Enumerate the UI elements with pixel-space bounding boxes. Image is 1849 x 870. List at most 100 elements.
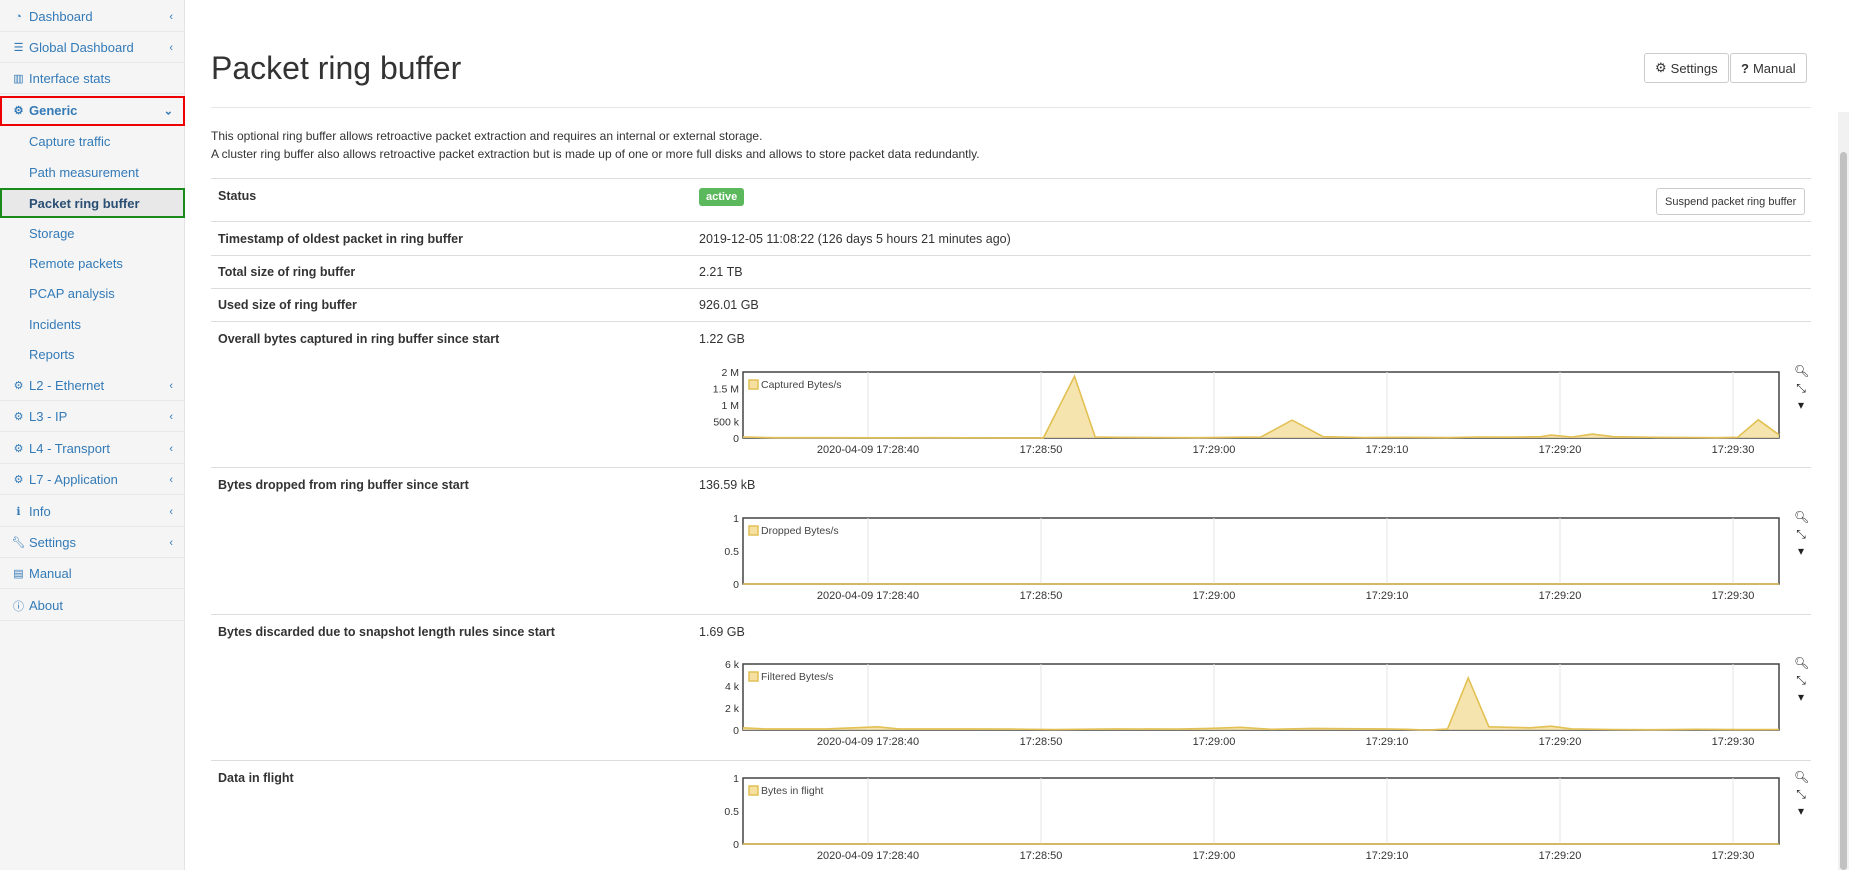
suspend-ring-buffer-button[interactable]: Suspend packet ring buffer xyxy=(1656,188,1806,215)
question-icon: ? xyxy=(1741,60,1749,76)
sidebar-subitem-packet-ring-buffer[interactable]: Packet ring buffer xyxy=(0,188,185,218)
manual-button[interactable]: ? Manual xyxy=(1730,53,1807,83)
chart-tools: 🔍︎ ⤡ ▾ xyxy=(1794,770,1809,821)
row-divider xyxy=(211,467,1811,468)
y-tick-label: 0 xyxy=(733,579,739,591)
y-tick-label: 4 k xyxy=(725,681,740,693)
legend-label: Filtered Bytes/s xyxy=(761,671,833,683)
sidebar-item-dashboard[interactable]: ◔ Dashboard ‹ xyxy=(0,2,185,32)
captured-bytes-value: 1.22 GB xyxy=(699,332,745,346)
row-divider xyxy=(211,221,1811,222)
sidebar-subitem-storage[interactable]: Storage xyxy=(0,218,185,248)
sidebar-item-label: L3 - IP xyxy=(29,409,68,424)
sidebar-subitem-incidents[interactable]: Incidents xyxy=(0,309,185,339)
sidebar-item-label: Dashboard xyxy=(29,9,93,24)
reset-zoom-icon[interactable]: ⤡ xyxy=(1794,381,1808,398)
row-divider xyxy=(211,760,1811,761)
x-tick-label: 17:29:10 xyxy=(1366,444,1409,456)
wrench-icon: 🔧︎ xyxy=(11,537,26,549)
sidebar-subitem-label: Incidents xyxy=(29,316,82,332)
row-divider xyxy=(211,255,1811,256)
legend-swatch xyxy=(748,671,759,682)
sidebar-item-label: Global Dashboard xyxy=(29,40,134,55)
caret-down-icon[interactable]: ▾ xyxy=(1794,690,1808,707)
sidebar-item-interface-stats[interactable]: ▥ Interface stats xyxy=(0,64,185,94)
y-tick-label: 6 k xyxy=(725,659,740,671)
x-tick-label: 17:29:10 xyxy=(1366,850,1409,862)
gear-icon: ⚙ xyxy=(13,380,24,392)
discarded-bytes-chart[interactable]: 2020-04-09 17:28:40 17:28:50 17:29:00 17:29… xyxy=(661,656,1791,748)
sidebar-subitem-capture-traffic[interactable]: Capture traffic xyxy=(0,126,185,156)
y-tick-label: 0.5 xyxy=(724,546,739,558)
zoom-icon[interactable]: 🔍︎ xyxy=(1794,510,1809,527)
sidebar-subitem-pcap-analysis[interactable]: PCAP analysis xyxy=(0,278,185,308)
caret-down-icon[interactable]: ▾ xyxy=(1794,544,1808,561)
book-icon: ▤ xyxy=(13,568,24,580)
sidebar-item-label: L4 - Transport xyxy=(29,441,110,456)
reset-zoom-icon[interactable]: ⤡ xyxy=(1794,787,1808,804)
sidebar-item-about[interactable]: ⓘ About xyxy=(0,591,185,621)
settings-button[interactable]: ⚙ Settings xyxy=(1644,53,1729,83)
row-divider xyxy=(211,288,1811,289)
x-tick-label: 17:29:30 xyxy=(1712,590,1755,602)
sidebar-item-l3-ip[interactable]: ⚙ L3 - IP ‹ xyxy=(0,402,185,432)
sidebar-item-label: About xyxy=(29,598,63,613)
gear-icon: ⚙ xyxy=(13,105,24,117)
zoom-icon[interactable]: 🔍︎ xyxy=(1794,364,1809,381)
legend-swatch xyxy=(748,379,759,390)
discarded-bytes-label: Bytes discarded due to snapshot length r… xyxy=(218,625,555,639)
oldest-packet-label: Timestamp of oldest packet in ring buffe… xyxy=(218,232,463,246)
sidebar-item-info[interactable]: ℹ Info ‹ xyxy=(0,497,185,527)
captured-bytes-chart[interactable]: 2020-04-09 17:28:40 17:28:50 17:29:00 17:29… xyxy=(661,364,1791,456)
sidebar-subitem-remote-packets[interactable]: Remote packets xyxy=(0,248,185,278)
sidebar-subitem-reports[interactable]: Reports xyxy=(0,339,185,369)
caret-down-icon[interactable]: ▾ xyxy=(1794,804,1808,821)
x-tick-label: 17:28:50 xyxy=(1020,736,1063,748)
zoom-icon[interactable]: 🔍︎ xyxy=(1794,770,1809,787)
y-tick-label: 0.5 xyxy=(724,806,739,818)
chevron-left-icon: ‹ xyxy=(169,410,173,423)
gear-icon: ⚙ xyxy=(13,443,24,455)
chevron-left-icon: ‹ xyxy=(169,473,173,486)
main-content: Packet ring buffer ⚙ Settings ? Manual T… xyxy=(211,0,1811,870)
status-label: Status xyxy=(218,189,257,203)
sidebar-item-generic[interactable]: ⚙ Generic ⌄ xyxy=(0,96,185,126)
dropped-bytes-value: 136.59 kB xyxy=(699,478,756,492)
gear-icon: ⚙ xyxy=(13,411,24,423)
x-tick-label: 2020-04-09 17:28:40 xyxy=(817,444,919,456)
sidebar-item-l7-application[interactable]: ⚙ L7 - Application ‹ xyxy=(0,465,185,495)
y-tick-label: 1 xyxy=(733,513,739,525)
dropped-bytes-chart[interactable]: 2020-04-09 17:28:40 17:28:50 17:29:00 17:29… xyxy=(661,510,1791,602)
x-tick-label: 17:28:50 xyxy=(1020,590,1063,602)
row-divider xyxy=(211,178,1811,179)
sidebar-item-settings[interactable]: 🔧︎ Settings ‹ xyxy=(0,528,185,558)
reset-zoom-icon[interactable]: ⤡ xyxy=(1794,527,1808,544)
description-line-1: This optional ring buffer allows retroac… xyxy=(211,129,763,143)
sidebar-item-global-dashboard[interactable]: ☰ Global Dashboard ‹ xyxy=(0,33,185,63)
sidebar-item-l2-ethernet[interactable]: ⚙ L2 - Ethernet ‹ xyxy=(0,371,185,401)
data-in-flight-chart[interactable]: 2020-04-09 17:28:40 17:28:50 17:29:00 17:29… xyxy=(661,770,1791,862)
row-divider xyxy=(211,321,1811,322)
settings-button-label: Settings xyxy=(1670,60,1718,76)
x-tick-label: 17:29:00 xyxy=(1193,590,1236,602)
sidebar-item-label: Manual xyxy=(29,566,72,581)
chevron-down-icon: ⌄ xyxy=(163,105,173,117)
scrollbar-thumb[interactable] xyxy=(1840,152,1847,870)
header-divider xyxy=(211,107,1811,108)
x-tick-label: 17:29:10 xyxy=(1366,590,1409,602)
sidebar: ◔ Dashboard ‹ ☰ Global Dashboard ‹ ▥ Int… xyxy=(0,0,185,870)
sidebar-subitem-label: Path measurement xyxy=(29,164,139,180)
chart-tools: 🔍︎ ⤡ ▾ xyxy=(1794,656,1809,707)
captured-bytes-label: Overall bytes captured in ring buffer si… xyxy=(218,332,500,346)
sidebar-item-l4-transport[interactable]: ⚙ L4 - Transport ‹ xyxy=(0,434,185,464)
legend-swatch xyxy=(748,785,759,796)
x-tick-label: 17:29:20 xyxy=(1539,850,1582,862)
sidebar-subitem-path-measurement[interactable]: Path measurement xyxy=(0,157,185,187)
status-badge: active xyxy=(699,188,745,206)
zoom-icon[interactable]: 🔍︎ xyxy=(1794,656,1809,673)
plot-area xyxy=(742,663,1780,731)
sidebar-item-manual[interactable]: ▤ Manual xyxy=(0,559,185,589)
caret-down-icon[interactable]: ▾ xyxy=(1794,398,1808,415)
reset-zoom-icon[interactable]: ⤡ xyxy=(1794,673,1808,690)
data-in-flight-label: Data in flight xyxy=(218,771,294,785)
